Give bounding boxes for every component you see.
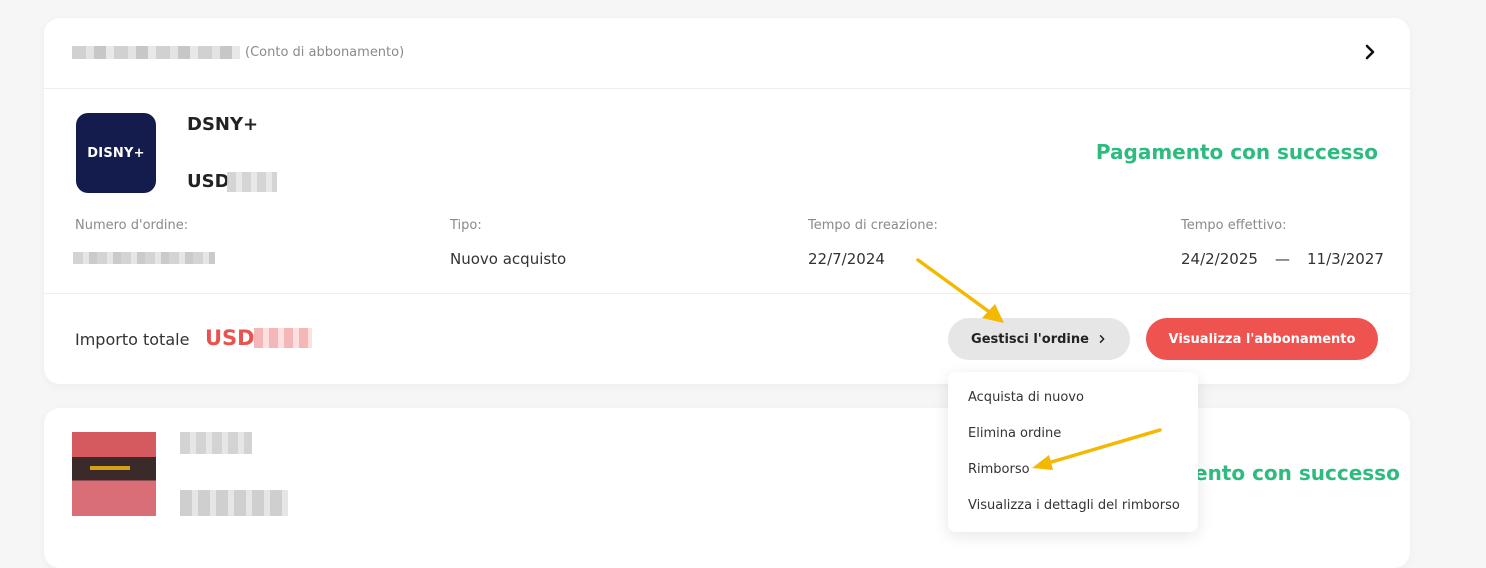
thumbnail-detail: [90, 466, 130, 470]
payment-status: Pagamento con successo: [1095, 140, 1378, 164]
manage-order-label: Gestisci l'ordine: [971, 331, 1089, 347]
order-number-label: Numero d'ordine:: [75, 218, 189, 233]
product-thumbnail-redacted: [72, 432, 156, 516]
product-name-redacted: [180, 432, 252, 454]
total-amount-currency: USD: [205, 326, 255, 350]
menu-item-delete-order[interactable]: Elimina ordine: [968, 426, 1061, 441]
chevron-right-icon: [1099, 335, 1105, 343]
product-price-currency: USD: [187, 171, 230, 192]
manage-order-button[interactable]: Gestisci l'ordine: [948, 318, 1130, 360]
created-time-label: Tempo di creazione:: [808, 218, 938, 233]
divider: [44, 293, 1410, 294]
menu-item-refund[interactable]: Rimborso: [968, 462, 1030, 477]
view-subscription-button[interactable]: Visualizza l'abbonamento: [1146, 318, 1378, 360]
order-number-redacted: [73, 252, 215, 264]
product-price-redacted: [227, 172, 277, 192]
order-card-second: ento con successo: [44, 408, 1410, 568]
menu-item-refund-details[interactable]: Visualizza i dettagli del rimborso: [968, 498, 1180, 513]
date-range-separator: —: [1275, 250, 1290, 268]
effective-end-date: 11/3/2027: [1307, 250, 1384, 268]
total-amount-label: Importo totale: [75, 330, 190, 349]
product-price-redacted: [180, 490, 288, 516]
created-time-value: 22/7/2024: [808, 250, 885, 268]
chevron-right-icon[interactable]: [1358, 40, 1382, 64]
order-card-header[interactable]: (Conto di abbonamento): [44, 18, 1410, 89]
menu-item-buy-again[interactable]: Acquista di nuovo: [968, 390, 1084, 405]
app-logo: DISNY+: [76, 113, 156, 193]
product-name: DSNY+: [187, 114, 259, 135]
order-card: (Conto di abbonamento) DISNY+ DSNY+ USD …: [44, 18, 1410, 384]
manage-order-menu: Acquista di nuovo Elimina ordine Rimbors…: [948, 372, 1198, 532]
effective-time-label: Tempo effettivo:: [1181, 218, 1287, 233]
account-type-label: (Conto di abbonamento): [245, 45, 405, 60]
type-label: Tipo:: [450, 218, 482, 233]
account-name-redacted: [72, 46, 240, 59]
type-value: Nuovo acquisto: [450, 250, 567, 268]
payment-status: ento con successo: [1194, 461, 1400, 485]
app-logo-text: DISNY+: [87, 145, 145, 161]
effective-start-date: 24/2/2025: [1181, 250, 1258, 268]
total-amount-redacted: [254, 328, 312, 348]
